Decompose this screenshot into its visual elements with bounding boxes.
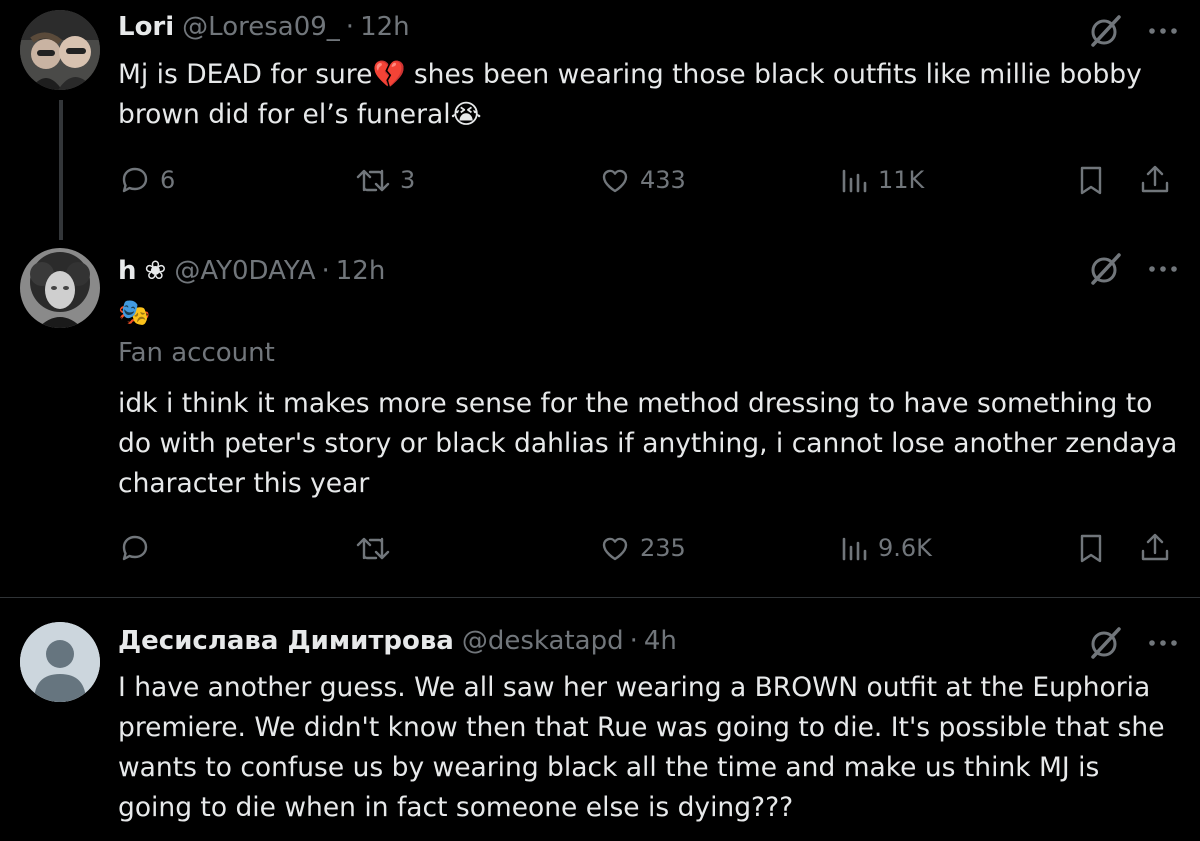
username[interactable]: @deskatapd — [462, 626, 624, 656]
view-count: 11K — [878, 166, 925, 194]
crying-emoji: 😭 — [450, 99, 482, 130]
display-name[interactable]: h — [118, 256, 137, 286]
tweet-text: I have another guess. We all saw her wea… — [118, 672, 1165, 823]
repost-count: 3 — [400, 166, 416, 194]
avatar[interactable] — [20, 248, 100, 328]
separator-dot: · — [321, 256, 330, 286]
reply-bubble-icon — [122, 535, 148, 561]
repost-button[interactable] — [354, 528, 400, 568]
tweet-header: h ❀ @AY0DAYA · 12h — [118, 256, 385, 286]
tweet-header: Lori @Loresa09_ · 12h — [118, 12, 410, 42]
like-count: 433 — [640, 166, 686, 194]
profile-emoji: 🎭 — [118, 298, 151, 328]
tweet-1[interactable]: Lori @Loresa09_ · 12h Mj is DEAD for sur… — [0, 0, 1200, 240]
grok-slash-icon[interactable] — [1088, 626, 1122, 660]
account-label: Fan account — [118, 338, 275, 368]
tweet-text-part: Mj is DEAD for sure — [118, 59, 373, 90]
reply-button[interactable] — [118, 528, 160, 568]
more-dots-icon[interactable] — [1148, 26, 1178, 36]
grok-slash-icon[interactable] — [1088, 14, 1122, 48]
grok-slash-icon[interactable] — [1088, 252, 1122, 286]
repost-button[interactable]: 3 — [354, 160, 415, 200]
views-button[interactable]: 11K — [840, 160, 924, 200]
share-icon — [1141, 533, 1169, 561]
name-flower-emoji: ❀ — [144, 256, 167, 286]
action-bar: 6 3 433 11K — [118, 160, 1178, 200]
avatar-photo-icon — [20, 10, 100, 90]
views-bars-icon — [842, 169, 867, 193]
avatar-photo-icon — [20, 248, 100, 328]
tweet-top-actions — [1088, 14, 1178, 48]
more-dots-icon[interactable] — [1148, 638, 1178, 648]
share-button[interactable] — [1138, 160, 1172, 200]
repost-icon — [356, 537, 390, 560]
timestamp[interactable]: 12h — [360, 12, 410, 42]
thread-line — [59, 100, 63, 240]
views-bars-icon — [842, 537, 867, 561]
views-button[interactable]: 9.6K — [840, 528, 932, 568]
tweet-text: Mj is DEAD for sure💔 shes been wearing t… — [118, 55, 1178, 135]
broken-heart-emoji: 💔 — [372, 59, 406, 90]
share-icon — [1141, 165, 1169, 193]
bookmark-icon — [1080, 166, 1102, 195]
like-count: 235 — [640, 534, 686, 562]
reply-count: 6 — [160, 166, 176, 194]
tweet-text: idk i think it makes more sense for the … — [118, 388, 1178, 499]
like-button[interactable]: 235 — [598, 528, 686, 568]
username[interactable]: @Loresa09_ — [182, 12, 340, 42]
display-name[interactable]: Десислава Димитрова — [118, 626, 454, 656]
tweet-top-actions — [1088, 252, 1178, 286]
tweet-3[interactable]: Десислава Димитрова @deskatapd · 4h I ha… — [0, 598, 1200, 841]
timestamp[interactable]: 12h — [336, 256, 386, 286]
share-button[interactable] — [1138, 528, 1172, 568]
like-button[interactable]: 433 — [598, 160, 686, 200]
username[interactable]: @AY0DAYA — [174, 256, 315, 286]
heart-icon — [602, 537, 628, 561]
avatar[interactable] — [20, 10, 100, 90]
default-avatar-icon — [20, 622, 100, 702]
bookmark-button[interactable] — [1076, 160, 1106, 200]
tweet-top-actions — [1088, 626, 1178, 660]
avatar[interactable] — [20, 622, 100, 702]
separator-dot: · — [629, 626, 638, 656]
timestamp[interactable]: 4h — [644, 626, 677, 656]
view-count: 9.6K — [878, 534, 932, 562]
heart-icon — [602, 169, 628, 193]
tweet-2[interactable]: h ❀ @AY0DAYA · 12h 🎭 Fan account idk i t… — [0, 240, 1200, 596]
more-dots-icon[interactable] — [1148, 264, 1178, 274]
reply-bubble-icon — [122, 167, 148, 193]
separator-dot: · — [345, 12, 355, 42]
tweet-header: Десислава Димитрова @deskatapd · 4h — [118, 626, 677, 656]
bookmark-button[interactable] — [1076, 528, 1106, 568]
repost-icon — [356, 169, 390, 192]
bookmark-icon — [1080, 534, 1102, 563]
display-name[interactable]: Lori — [118, 12, 174, 42]
action-bar: 235 9.6K — [118, 528, 1178, 568]
reply-button[interactable]: 6 — [118, 160, 175, 200]
